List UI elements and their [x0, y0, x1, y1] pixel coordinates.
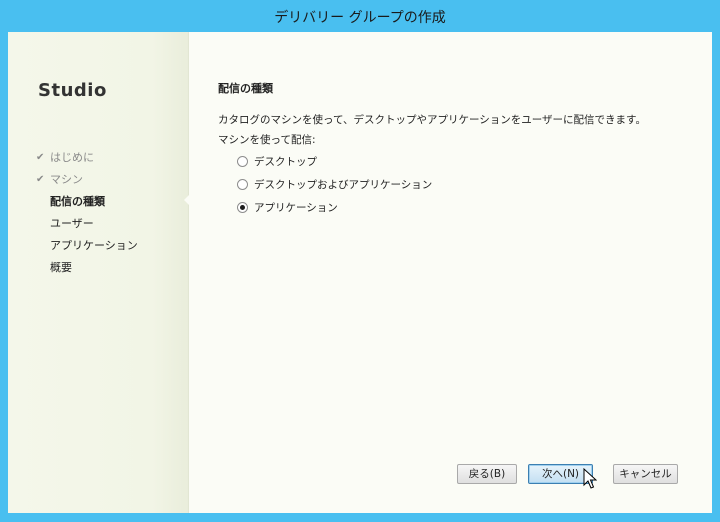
window-title: デリバリー グループの作成 — [274, 10, 446, 26]
radio-label[interactable]: デスクトップ — [254, 154, 317, 169]
wizard-content: Studio ✔ はじめに ✔ マシン 配信の種類 ユーザー アプリケーション … — [8, 32, 712, 513]
cancel-button[interactable]: キャンセル — [613, 464, 678, 484]
wizard-steps: ✔ はじめに ✔ マシン 配信の種類 ユーザー アプリケーション 概要 — [36, 146, 138, 278]
step-machines[interactable]: ✔ マシン — [36, 168, 138, 190]
delivery-group-label: マシンを使って配信: — [218, 134, 316, 146]
window: デリバリー グループの作成 Studio ✔ はじめに ✔ マシン 配信の種類 — [0, 0, 720, 522]
radio-option-desktops[interactable]: デスクトップ — [237, 154, 317, 169]
section-title: 配信の種類 — [218, 82, 273, 95]
radio-button-selected[interactable] — [237, 202, 248, 213]
step-introduction[interactable]: ✔ はじめに — [36, 146, 138, 168]
step-label: ユーザー — [50, 217, 94, 230]
radio-button[interactable] — [237, 179, 248, 190]
main-panel: 配信の種類 カタログのマシンを使って、デスクトップやアプリケーションをユーザーに… — [208, 32, 708, 513]
studio-brand: Studio — [38, 80, 107, 101]
step-label: はじめに — [50, 151, 94, 164]
step-label: マシン — [50, 173, 83, 186]
radio-option-applications[interactable]: アプリケーション — [237, 200, 338, 215]
title-bar[interactable]: デリバリー グループの作成 — [0, 0, 720, 32]
wizard-sidebar: Studio ✔ はじめに ✔ マシン 配信の種類 ユーザー アプリケーション … — [8, 32, 189, 513]
step-label: 概要 — [50, 261, 72, 274]
checkmark-icon: ✔ — [36, 173, 45, 185]
step-label: アプリケーション — [50, 239, 138, 252]
radio-label[interactable]: デスクトップおよびアプリケーション — [254, 177, 432, 192]
step-users: ユーザー — [36, 212, 138, 234]
step-delivery-type[interactable]: 配信の種類 — [36, 190, 138, 212]
section-description: カタログのマシンを使って、デスクトップやアプリケーションをユーザーに配信できます… — [218, 114, 646, 126]
radio-option-desktops-and-apps[interactable]: デスクトップおよびアプリケーション — [237, 177, 432, 192]
checkmark-icon: ✔ — [36, 151, 45, 163]
radio-button[interactable] — [237, 156, 248, 167]
step-summary: 概要 — [36, 256, 138, 278]
step-applications: アプリケーション — [36, 234, 138, 256]
radio-label[interactable]: アプリケーション — [254, 200, 338, 215]
back-button[interactable]: 戻る(B) — [457, 464, 517, 484]
mouse-cursor-icon — [583, 468, 597, 489]
step-label: 配信の種類 — [50, 195, 105, 208]
current-step-pointer — [184, 192, 192, 208]
